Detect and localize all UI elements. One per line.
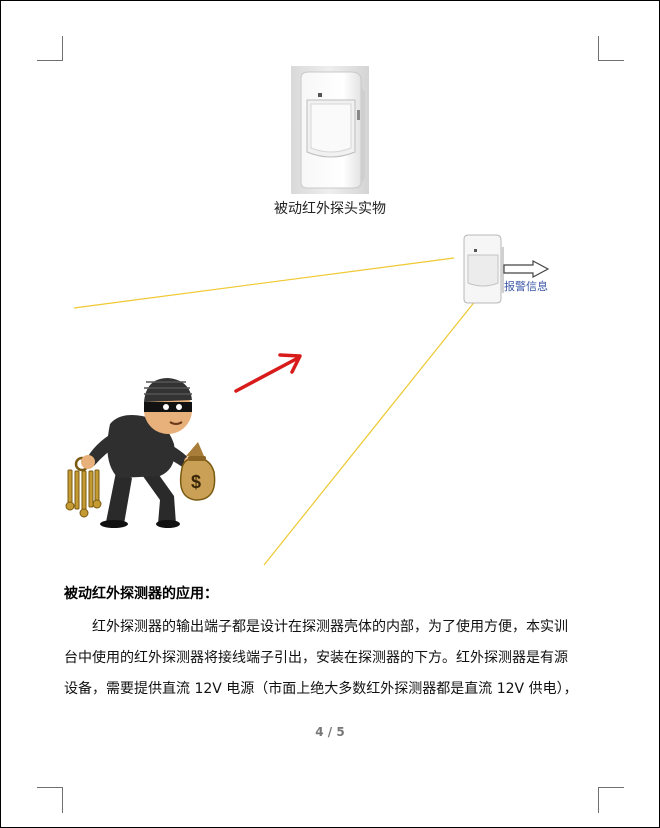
- section-paragraph: 红外探测器的输出端子都是设计在探测器壳体的内部，为了使用方便，本实训 台中使用的…: [64, 612, 604, 705]
- money-bag-icon: $: [179, 442, 216, 501]
- page-number: 4 / 5: [315, 725, 345, 739]
- svg-text:$: $: [191, 472, 201, 492]
- pir-sensor-icon: [463, 234, 504, 304]
- paragraph-line: 红外探测器的输出端子都是设计在探测器壳体的内部，为了使用方便，本实训: [92, 619, 568, 635]
- output-arrow-icon: [503, 260, 549, 278]
- paragraph-line: 设备，需要提供直流 12V 电源（市面上绝大多数红外探测器都是直流 12V 供电…: [64, 681, 578, 697]
- thief-illustration: $: [65, 378, 216, 528]
- paragraph-line: 台中使用的红外探测器将接线端子引出，安装在探测器的下方。红外探测器是有源: [64, 650, 568, 666]
- alarm-info-label: 报警信息: [504, 280, 548, 293]
- section-heading: 被动红外探测器的应用：: [64, 586, 218, 602]
- motion-arrow-icon: [234, 353, 302, 393]
